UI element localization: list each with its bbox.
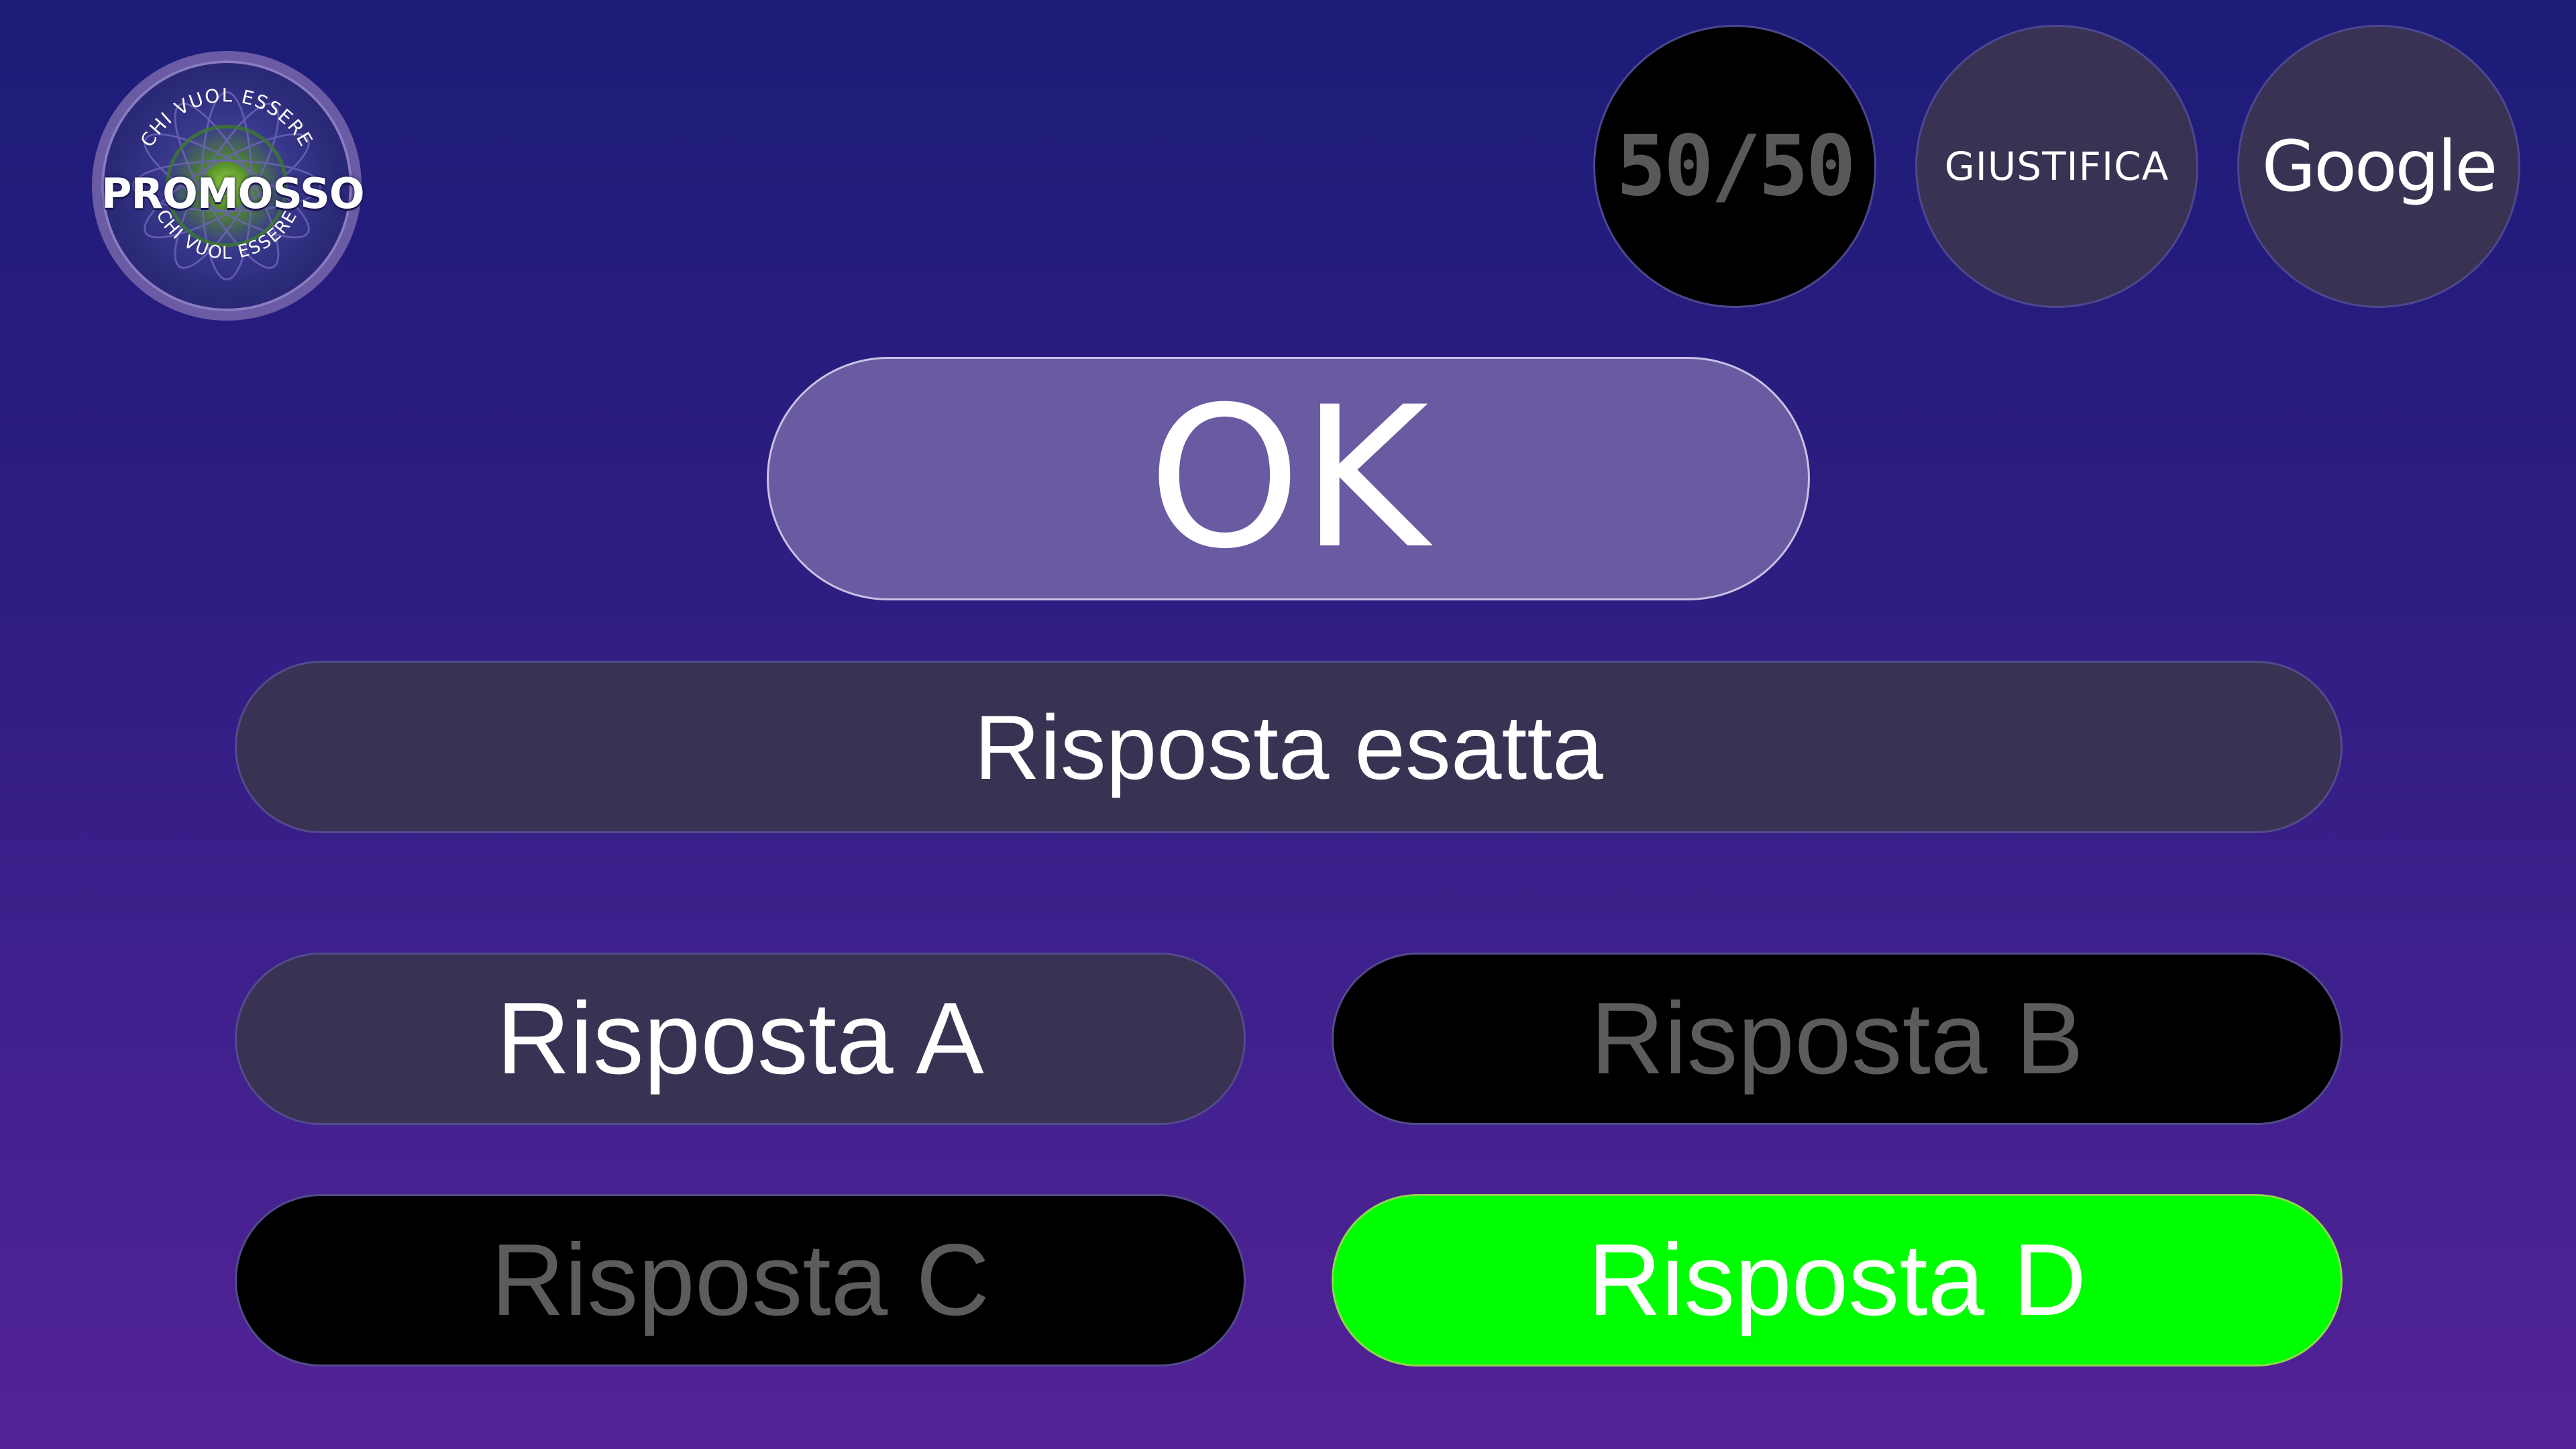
answer-a-button[interactable]: Risposta A (235, 953, 1246, 1125)
answer-c-button[interactable]: Risposta C (235, 1194, 1246, 1366)
answer-b-button[interactable]: Risposta B (1332, 953, 2343, 1125)
ok-button[interactable]: OK (767, 357, 1810, 600)
google-lifeline-button[interactable]: Google (2237, 25, 2520, 308)
fifty-fifty-lifeline-button[interactable]: 50/50 (1593, 25, 1876, 308)
answer-d-button[interactable]: Risposta D (1332, 1194, 2343, 1366)
justify-lifeline-button[interactable]: GIUSTIFICA (1915, 25, 2198, 308)
logo-title: PROMOSSO (101, 169, 365, 218)
game-logo: CHI VUOL ESSERE CHI VUOL ESSERE PROMOSSO (92, 51, 365, 321)
question-bar: Risposta esatta (235, 661, 2343, 833)
